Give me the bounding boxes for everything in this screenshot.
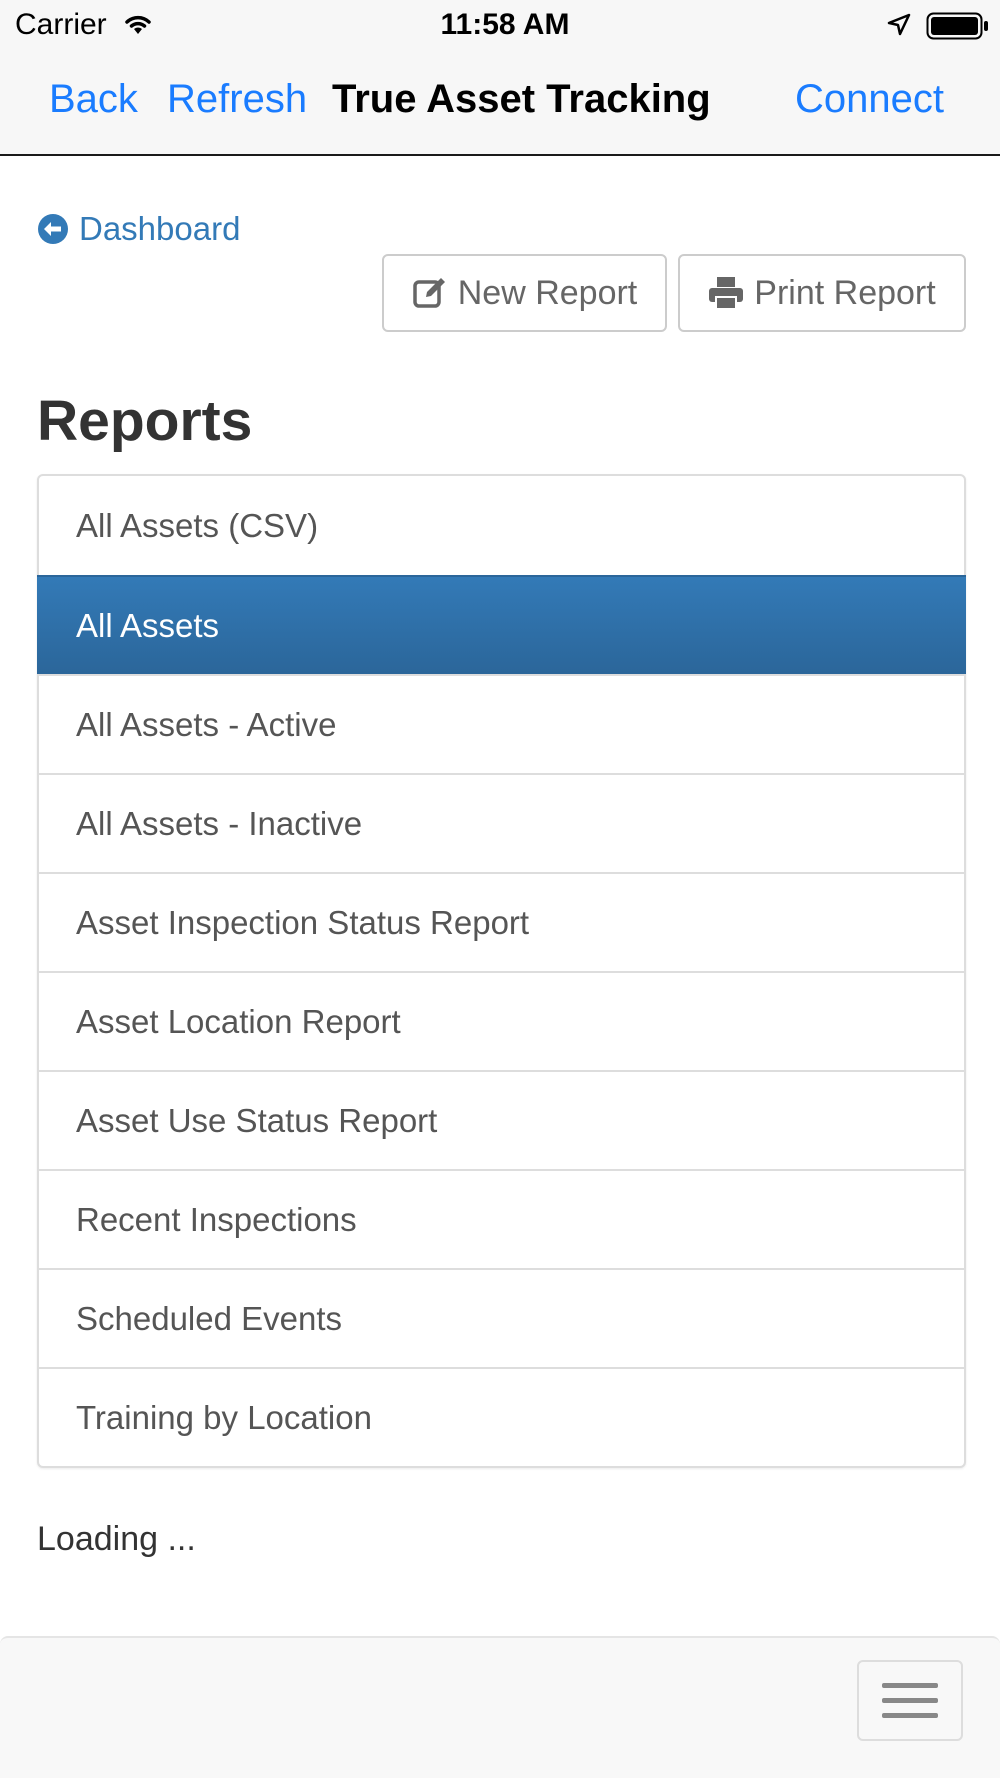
- report-list-item[interactable]: Asset Inspection Status Report: [39, 872, 964, 971]
- dashboard-link-label: Dashboard: [79, 210, 241, 247]
- report-list-item[interactable]: Asset Location Report: [39, 971, 964, 1070]
- print-report-button[interactable]: Print Report: [678, 254, 966, 332]
- reports-list: All Assets (CSV) All Assets All Assets - A…: [37, 474, 966, 1468]
- new-report-button[interactable]: New Report: [382, 254, 667, 332]
- bottom-toolbar: [0, 1636, 1000, 1778]
- report-list-item[interactable]: All Assets - Inactive: [39, 773, 964, 872]
- page-title: Reports: [37, 389, 253, 453]
- report-list-item[interactable]: Recent Inspections: [39, 1169, 964, 1268]
- edit-icon: [412, 278, 445, 308]
- report-list-item[interactable]: Asset Use Status Report: [39, 1070, 964, 1169]
- status-bar: Carrier 11:58 AM: [0, 0, 1000, 50]
- app-title: True Asset Tracking: [332, 77, 711, 121]
- new-report-label: New Report: [457, 273, 638, 312]
- report-list-item[interactable]: All Assets: [37, 575, 966, 674]
- hamburger-icon-line: [882, 1713, 938, 1718]
- loading-status: Loading ...: [37, 1520, 196, 1558]
- hamburger-icon-line: [882, 1698, 938, 1703]
- navigation-bar: Back Refresh True Asset Tracking Connect: [0, 50, 1000, 156]
- refresh-button[interactable]: Refresh: [167, 77, 307, 122]
- circle-arrow-left-icon: [38, 214, 68, 244]
- report-list-item[interactable]: All Assets - Active: [39, 674, 964, 773]
- battery-icon: [926, 12, 988, 40]
- report-list-item[interactable]: All Assets (CSV): [39, 476, 964, 575]
- menu-toggle-button[interactable]: [857, 1660, 963, 1741]
- report-list-item[interactable]: Training by Location: [39, 1367, 964, 1466]
- hamburger-icon-line: [882, 1683, 938, 1688]
- print-icon: [709, 277, 744, 310]
- connect-button[interactable]: Connect: [795, 77, 944, 122]
- report-list-item[interactable]: Scheduled Events: [39, 1268, 964, 1367]
- back-button[interactable]: Back: [49, 77, 138, 122]
- clock: 11:58 AM: [440, 8, 570, 41]
- location-arrow-icon: [887, 13, 911, 36]
- dashboard-link[interactable]: Dashboard: [37, 210, 240, 248]
- print-report-label: Print Report: [754, 273, 936, 312]
